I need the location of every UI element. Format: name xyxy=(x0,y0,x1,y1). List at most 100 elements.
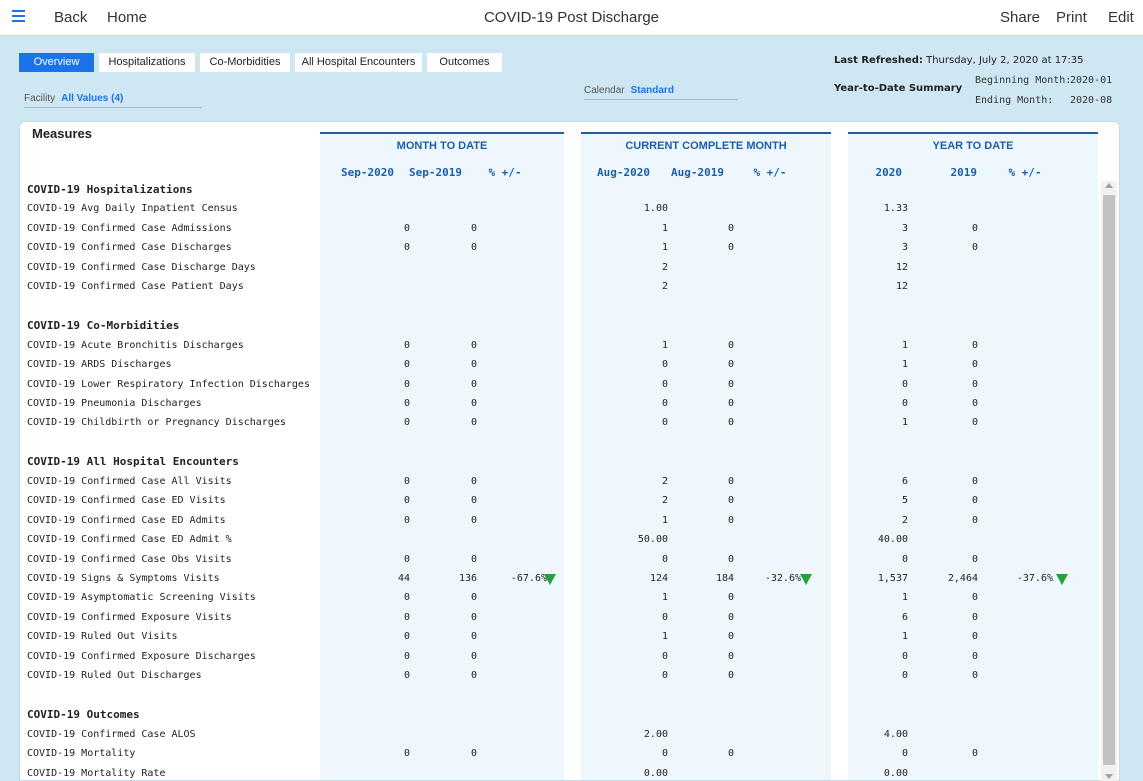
measure-label: COVID-19 Childbirth or Pregnancy Dischar… xyxy=(27,417,286,429)
section-title: COVID-19 Hospitalizations xyxy=(27,183,193,196)
measure-label: COVID-19 Confirmed Case Discharge Days xyxy=(27,261,256,273)
tab-all-hospital-encounters[interactable]: All Hospital Encounters xyxy=(295,53,422,72)
value-cell: 0 xyxy=(403,650,410,662)
value-cell: 0 xyxy=(403,417,410,429)
value-cell: 0 xyxy=(403,222,410,234)
measure-label: COVID-19 ARDS Discharges xyxy=(27,359,172,371)
value-cell: 0 xyxy=(661,417,668,429)
measure-label: COVID-19 Confirmed Case Patient Days xyxy=(27,281,244,293)
value-cell: 12 xyxy=(895,261,908,273)
value-cell: 0 xyxy=(470,592,477,604)
measure-label: COVID-19 Mortality xyxy=(27,748,136,760)
value-cell: 0 xyxy=(971,592,978,604)
table-row: COVID-19 Mortality 0 0 0 0 0 0 xyxy=(20,744,1100,763)
value-cell: 124 xyxy=(649,573,668,584)
value-cell: 0 xyxy=(403,242,410,254)
facility-label: Facility xyxy=(24,93,56,104)
edit-button[interactable]: Edit xyxy=(1108,9,1134,26)
value-cell: 2.00 xyxy=(643,728,668,740)
table-row: COVID-19 Childbirth or Pregnancy Dischar… xyxy=(20,413,1100,432)
ending-month-label: Ending Month: xyxy=(975,95,1054,106)
value-cell: 0 xyxy=(727,397,734,409)
ytd-summary-label: Year-to-Date Summary xyxy=(834,83,963,94)
table-row: COVID-19 Pneumonia Discharges 0 0 0 0 0 0 xyxy=(20,394,1100,413)
value-cell: 0 xyxy=(901,397,908,409)
table-row: COVID-19 Confirmed Case ED Visits 0 0 2 0 5 0 xyxy=(20,491,1100,510)
value-cell: 1 xyxy=(661,631,668,643)
scroll-down-arrow-icon[interactable] xyxy=(1105,774,1113,779)
pct-change-cell: -32.6% xyxy=(764,573,801,584)
value-cell: 0 xyxy=(727,359,734,371)
table-row: COVID-19 Confirmed Exposure Visits 0 0 0 0 6 0 xyxy=(20,608,1100,627)
last-refreshed-label: Last Refreshed: xyxy=(834,55,923,66)
value-cell: 0 xyxy=(971,553,978,565)
table-row: COVID-19 Avg Daily Inpatient Census 1.00 1… xyxy=(20,199,1100,218)
value-cell: 0 xyxy=(971,378,978,390)
measure-label: COVID-19 Pneumonia Discharges xyxy=(27,397,202,409)
report-panel: MONTH TO DATE CURRENT COMPLETE MONTH YEA… xyxy=(19,121,1120,781)
spacer-row xyxy=(20,297,1100,316)
value-cell: 2,464 xyxy=(947,573,978,584)
value-cell: 3 xyxy=(901,222,908,234)
value-cell: 0 xyxy=(403,553,410,565)
facility-filter[interactable]: Facility All Values (4) xyxy=(24,93,202,108)
value-cell: 0.00 xyxy=(883,767,908,779)
top-bar: Back Home COVID-19 Post Discharge Share … xyxy=(0,0,1143,36)
home-button[interactable]: Home xyxy=(107,9,147,26)
calendar-filter[interactable]: Calendar Standard xyxy=(584,85,738,100)
value-cell: 0 xyxy=(470,670,477,682)
value-cell: 0 xyxy=(727,748,734,760)
table-row: COVID-19 Confirmed Case Discharges 0 0 1 0 3 0 xyxy=(20,238,1100,257)
col-header: Aug-2019 xyxy=(671,166,724,179)
measures-heading: Measures xyxy=(32,126,92,141)
share-button[interactable]: Share xyxy=(1000,9,1040,26)
value-cell: 0 xyxy=(661,650,668,662)
value-cell: 0 xyxy=(971,748,978,760)
value-cell: 0 xyxy=(470,495,477,507)
value-cell: 1 xyxy=(901,359,908,371)
value-cell: 1 xyxy=(661,592,668,604)
tab-hospitalizations[interactable]: Hospitalizations xyxy=(99,53,195,72)
col-header: Aug-2020 xyxy=(597,166,650,179)
group-header: YEAR TO DATE xyxy=(932,140,1014,152)
tab-co-morbidities[interactable]: Co-Morbidities xyxy=(200,53,290,72)
table-row: COVID-19 Confirmed Case ALOS 2.00 4.00 xyxy=(20,725,1100,744)
value-cell: 0 xyxy=(971,611,978,623)
facility-value[interactable]: All Values (4) xyxy=(61,93,123,104)
calendar-value[interactable]: Standard xyxy=(631,85,674,96)
value-cell: 0 xyxy=(403,339,410,351)
measure-label: COVID-19 Signs & Symptoms Visits xyxy=(27,573,220,584)
value-cell: 0 xyxy=(470,242,477,254)
last-refreshed-value: Thursday, July 2, 2020 at 17:35 xyxy=(926,55,1084,66)
measure-label: COVID-19 Confirmed Exposure Visits xyxy=(27,611,232,623)
table-row: COVID-19 Ruled Out Visits 0 0 1 0 1 0 xyxy=(20,627,1100,646)
value-cell: 0 xyxy=(470,417,477,429)
back-button[interactable]: Back xyxy=(54,9,87,26)
measure-label: COVID-19 Confirmed Case All Visits xyxy=(27,475,232,487)
scrollbar-thumb[interactable] xyxy=(1103,195,1115,765)
value-cell: 2 xyxy=(661,475,668,487)
pct-change-cell: -37.6% xyxy=(1016,573,1053,584)
table-row: COVID-19 Confirmed Case Admissions 0 0 1 0 3 0 xyxy=(20,219,1100,238)
value-cell: 0 xyxy=(901,748,908,760)
tab-overview[interactable]: Overview xyxy=(19,53,94,72)
measure-label: COVID-19 Confirmed Case ED Admit % xyxy=(27,534,232,546)
value-cell: 0 xyxy=(971,397,978,409)
table-row: COVID-19 Mortality Rate 0.00 0.00 xyxy=(20,764,1100,781)
page-title: COVID-19 Post Discharge xyxy=(483,9,660,26)
print-button[interactable]: Print xyxy=(1056,9,1087,26)
value-cell: 0 xyxy=(971,359,978,371)
value-cell: 0 xyxy=(470,514,477,526)
value-cell: 0 xyxy=(470,650,477,662)
value-cell: 5 xyxy=(901,495,908,507)
value-cell: 0 xyxy=(727,514,734,526)
beginning-month-label: Beginning Month: xyxy=(975,75,1072,86)
value-cell: 0 xyxy=(470,553,477,565)
value-cell: 0 xyxy=(727,611,734,623)
tab-outcomes[interactable]: Outcomes xyxy=(427,53,502,72)
value-cell: 0 xyxy=(661,378,668,390)
value-cell: 0 xyxy=(971,514,978,526)
hamburger-menu-icon[interactable] xyxy=(10,7,32,27)
value-cell: 0 xyxy=(403,359,410,371)
scroll-up-arrow-icon[interactable] xyxy=(1105,183,1113,188)
